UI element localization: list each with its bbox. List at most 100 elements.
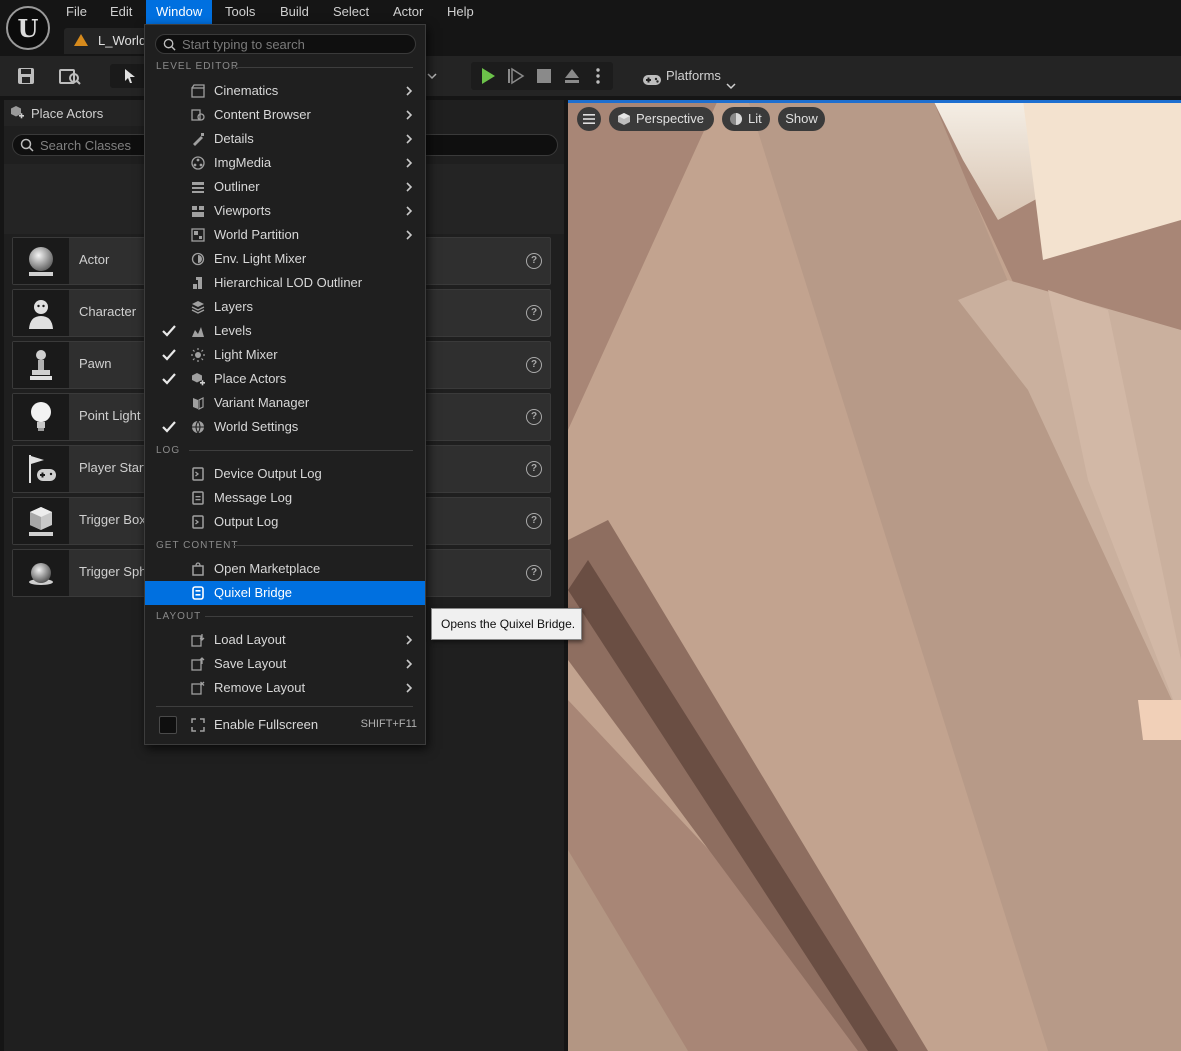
menu-item-variant-manager[interactable]: Variant Manager <box>145 391 425 415</box>
advance-frame-icon[interactable] <box>507 67 525 88</box>
section-log: LOG <box>156 445 181 456</box>
actor-item-label: Player Start <box>79 460 147 475</box>
menu-item-label: Place Actors <box>214 371 287 386</box>
menu-item-label: Outliner <box>214 179 260 194</box>
menu-item-place-actors[interactable]: Place Actors <box>145 367 425 391</box>
menu-item-viewports[interactable]: Viewports <box>145 199 425 223</box>
chevron-down-icon <box>726 72 736 100</box>
lit-button[interactable]: Lit <box>722 107 770 131</box>
menu-item-layers[interactable]: Layers <box>145 295 425 319</box>
menu-item-device-output-log[interactable]: Device Output Log <box>145 462 425 486</box>
menu-item-hierarchical-lod-outliner[interactable]: Hierarchical LOD Outliner <box>145 271 425 295</box>
chevron-right-icon <box>403 682 415 694</box>
divider <box>205 616 413 617</box>
env-light-mixer-icon <box>191 252 205 266</box>
menu-select[interactable]: Select <box>323 0 379 24</box>
menu-item-message-log[interactable]: Message Log <box>145 486 425 510</box>
viewport-active-indicator <box>568 100 1181 103</box>
menu-item-env-light-mixer[interactable]: Env. Light Mixer <box>145 247 425 271</box>
stop-icon[interactable] <box>537 69 551 86</box>
log-icon <box>191 491 205 505</box>
help-icon[interactable]: ? <box>526 513 542 529</box>
unreal-logo-icon[interactable]: U <box>6 6 50 50</box>
help-icon[interactable]: ? <box>526 565 542 581</box>
menu-tools[interactable]: Tools <box>215 0 265 24</box>
platforms-button[interactable]: Platforms <box>640 62 740 90</box>
help-icon[interactable]: ? <box>526 253 542 269</box>
help-icon[interactable]: ? <box>526 461 542 477</box>
menu-item-enable-fullscreen[interactable]: Enable Fullscreen SHIFT+F11 <box>145 713 425 737</box>
help-icon[interactable]: ? <box>526 409 542 425</box>
show-button[interactable]: Show <box>778 107 825 131</box>
perspective-button[interactable]: Perspective <box>609 107 714 131</box>
chevron-right-icon <box>403 133 415 145</box>
menu-item-world-settings[interactable]: World Settings <box>145 415 425 439</box>
quixel-bridge-tooltip: Opens the Quixel Bridge. <box>431 608 582 640</box>
menu-item-details[interactable]: Details <box>145 127 425 151</box>
menu-item-world-partition[interactable]: World Partition <box>145 223 425 247</box>
menu-item-label: Content Browser <box>214 107 311 122</box>
log-icon <box>191 467 205 481</box>
menu-item-levels[interactable]: Levels <box>145 319 425 343</box>
eject-icon[interactable] <box>563 67 581 88</box>
warning-icon <box>74 34 88 46</box>
menu-item-imgmedia[interactable]: ImgMedia <box>145 151 425 175</box>
more-options-icon[interactable] <box>595 67 601 88</box>
sphere-icon <box>13 238 69 284</box>
menu-item-output-log[interactable]: Output Log <box>145 510 425 534</box>
menu-item-label: World Partition <box>214 227 300 242</box>
player-start-icon <box>13 446 69 492</box>
browse-level-icon[interactable] <box>58 64 82 88</box>
menu-item-cinematics[interactable]: Cinematics <box>145 79 425 103</box>
world-settings-icon <box>191 420 205 434</box>
menu-item-label: Light Mixer <box>214 347 278 362</box>
menu-item-quixel-bridge[interactable]: Quixel Bridge <box>145 581 425 605</box>
chevron-right-icon <box>403 109 415 121</box>
level-viewport[interactable]: Perspective Lit Show <box>568 100 1181 1051</box>
menu-item-remove-layout[interactable]: Remove Layout <box>145 676 425 700</box>
help-icon[interactable]: ? <box>526 357 542 373</box>
section-get-content: GET CONTENT <box>156 540 239 551</box>
menu-item-open-marketplace[interactable]: Open Marketplace <box>145 557 425 581</box>
menu-help[interactable]: Help <box>437 0 484 24</box>
checkmark-icon <box>162 325 176 337</box>
perspective-label: Perspective <box>636 111 704 126</box>
menu-item-label: Output Log <box>214 514 279 529</box>
actor-item-label: Character <box>79 304 137 319</box>
menu-item-label: Viewports <box>214 203 271 218</box>
menu-window[interactable]: Window <box>146 0 213 24</box>
menu-item-label: World Settings <box>214 419 299 434</box>
chevron-right-icon <box>403 658 415 670</box>
fullscreen-checkbox[interactable] <box>159 716 177 734</box>
place-actors-tab[interactable]: Place Actors <box>4 100 154 126</box>
menu-item-content-browser[interactable]: Content Browser <box>145 103 425 127</box>
section-level-editor: LEVEL EDITOR <box>156 61 240 72</box>
level-tab[interactable]: L_World <box>64 28 154 54</box>
menu-item-light-mixer[interactable]: Light Mixer <box>145 343 425 367</box>
menu-item-load-layout[interactable]: Load Layout <box>145 628 425 652</box>
chevron-right-icon <box>403 181 415 193</box>
platforms-label: Platforms <box>666 68 721 83</box>
menu-item-label: Details <box>214 131 254 146</box>
save-layout-icon <box>191 657 205 671</box>
menu-build[interactable]: Build <box>270 0 319 24</box>
menu-item-outliner[interactable]: Outliner <box>145 175 425 199</box>
menu-item-label: Load Layout <box>214 632 286 647</box>
menu-file[interactable]: File <box>56 0 97 24</box>
viewport-scene <box>568 100 1181 1051</box>
play-icon[interactable] <box>479 67 497 88</box>
trigger-sphere-icon <box>13 550 69 596</box>
save-icon[interactable] <box>14 64 38 88</box>
help-icon[interactable]: ? <box>526 305 542 321</box>
place-actors-icon <box>191 372 205 386</box>
menu-actor[interactable]: Actor <box>383 0 433 24</box>
light-bulb-icon <box>13 394 69 440</box>
menu-item-save-layout[interactable]: Save Layout <box>145 652 425 676</box>
cube-icon <box>618 113 630 125</box>
menu-search-input[interactable]: Start typing to search <box>155 34 416 54</box>
checkmark-icon <box>162 349 176 361</box>
menu-edit[interactable]: Edit <box>100 0 142 24</box>
menu-item-label: Device Output Log <box>214 466 322 481</box>
quixel-bridge-icon <box>191 586 205 600</box>
hamburger-menu-icon[interactable] <box>577 107 601 131</box>
